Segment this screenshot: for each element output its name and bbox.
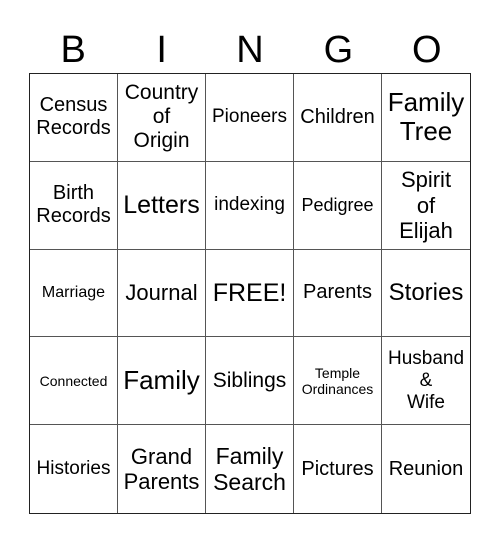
bingo-cell[interactable]: Pedigree xyxy=(294,161,382,250)
bingo-card-grid: Census Records Country of Origin Pioneer… xyxy=(29,73,471,514)
bingo-cell[interactable]: Husband & Wife xyxy=(382,337,470,426)
bingo-cell[interactable]: Country of Origin xyxy=(118,74,206,162)
bingo-cell[interactable]: Journal xyxy=(118,249,206,338)
bingo-cell[interactable]: Birth Records xyxy=(30,161,118,250)
header-letter-g: G xyxy=(323,29,354,71)
bingo-cell[interactable]: Family Tree xyxy=(382,74,470,162)
bingo-cell[interactable]: Children xyxy=(294,74,382,162)
header-letter-i: I xyxy=(156,29,167,71)
bingo-cell[interactable]: Pioneers xyxy=(206,74,294,162)
header-letter-b: B xyxy=(60,29,86,71)
header-letter-o: O xyxy=(412,29,442,71)
bingo-cell[interactable]: Family xyxy=(118,337,206,426)
bingo-cell[interactable]: Spirit of Elijah xyxy=(382,162,470,250)
bingo-cell[interactable]: Census Records xyxy=(30,74,118,162)
bingo-cell[interactable]: Siblings xyxy=(206,337,294,426)
bingo-cell[interactable]: Stories xyxy=(382,250,470,338)
bingo-cell[interactable]: Grand Parents xyxy=(118,425,206,513)
bingo-cell[interactable]: Letters xyxy=(118,161,206,250)
bingo-cell[interactable]: Histories xyxy=(30,425,118,513)
bingo-cell[interactable]: Marriage xyxy=(30,249,118,338)
bingo-cell[interactable]: Pictures xyxy=(294,425,382,513)
free-space[interactable]: FREE! xyxy=(206,249,294,338)
bingo-header: B I N G O xyxy=(29,28,471,73)
bingo-cell[interactable]: Temple Ordinances xyxy=(294,337,382,426)
bingo-cell[interactable]: Family Search xyxy=(206,425,294,513)
bingo-cell[interactable]: indexing xyxy=(206,161,294,250)
bingo-cell[interactable]: Connected xyxy=(30,337,118,426)
header-letter-n: N xyxy=(236,29,264,71)
bingo-cell[interactable]: Reunion xyxy=(382,425,470,513)
bingo-cell[interactable]: Parents xyxy=(294,249,382,338)
